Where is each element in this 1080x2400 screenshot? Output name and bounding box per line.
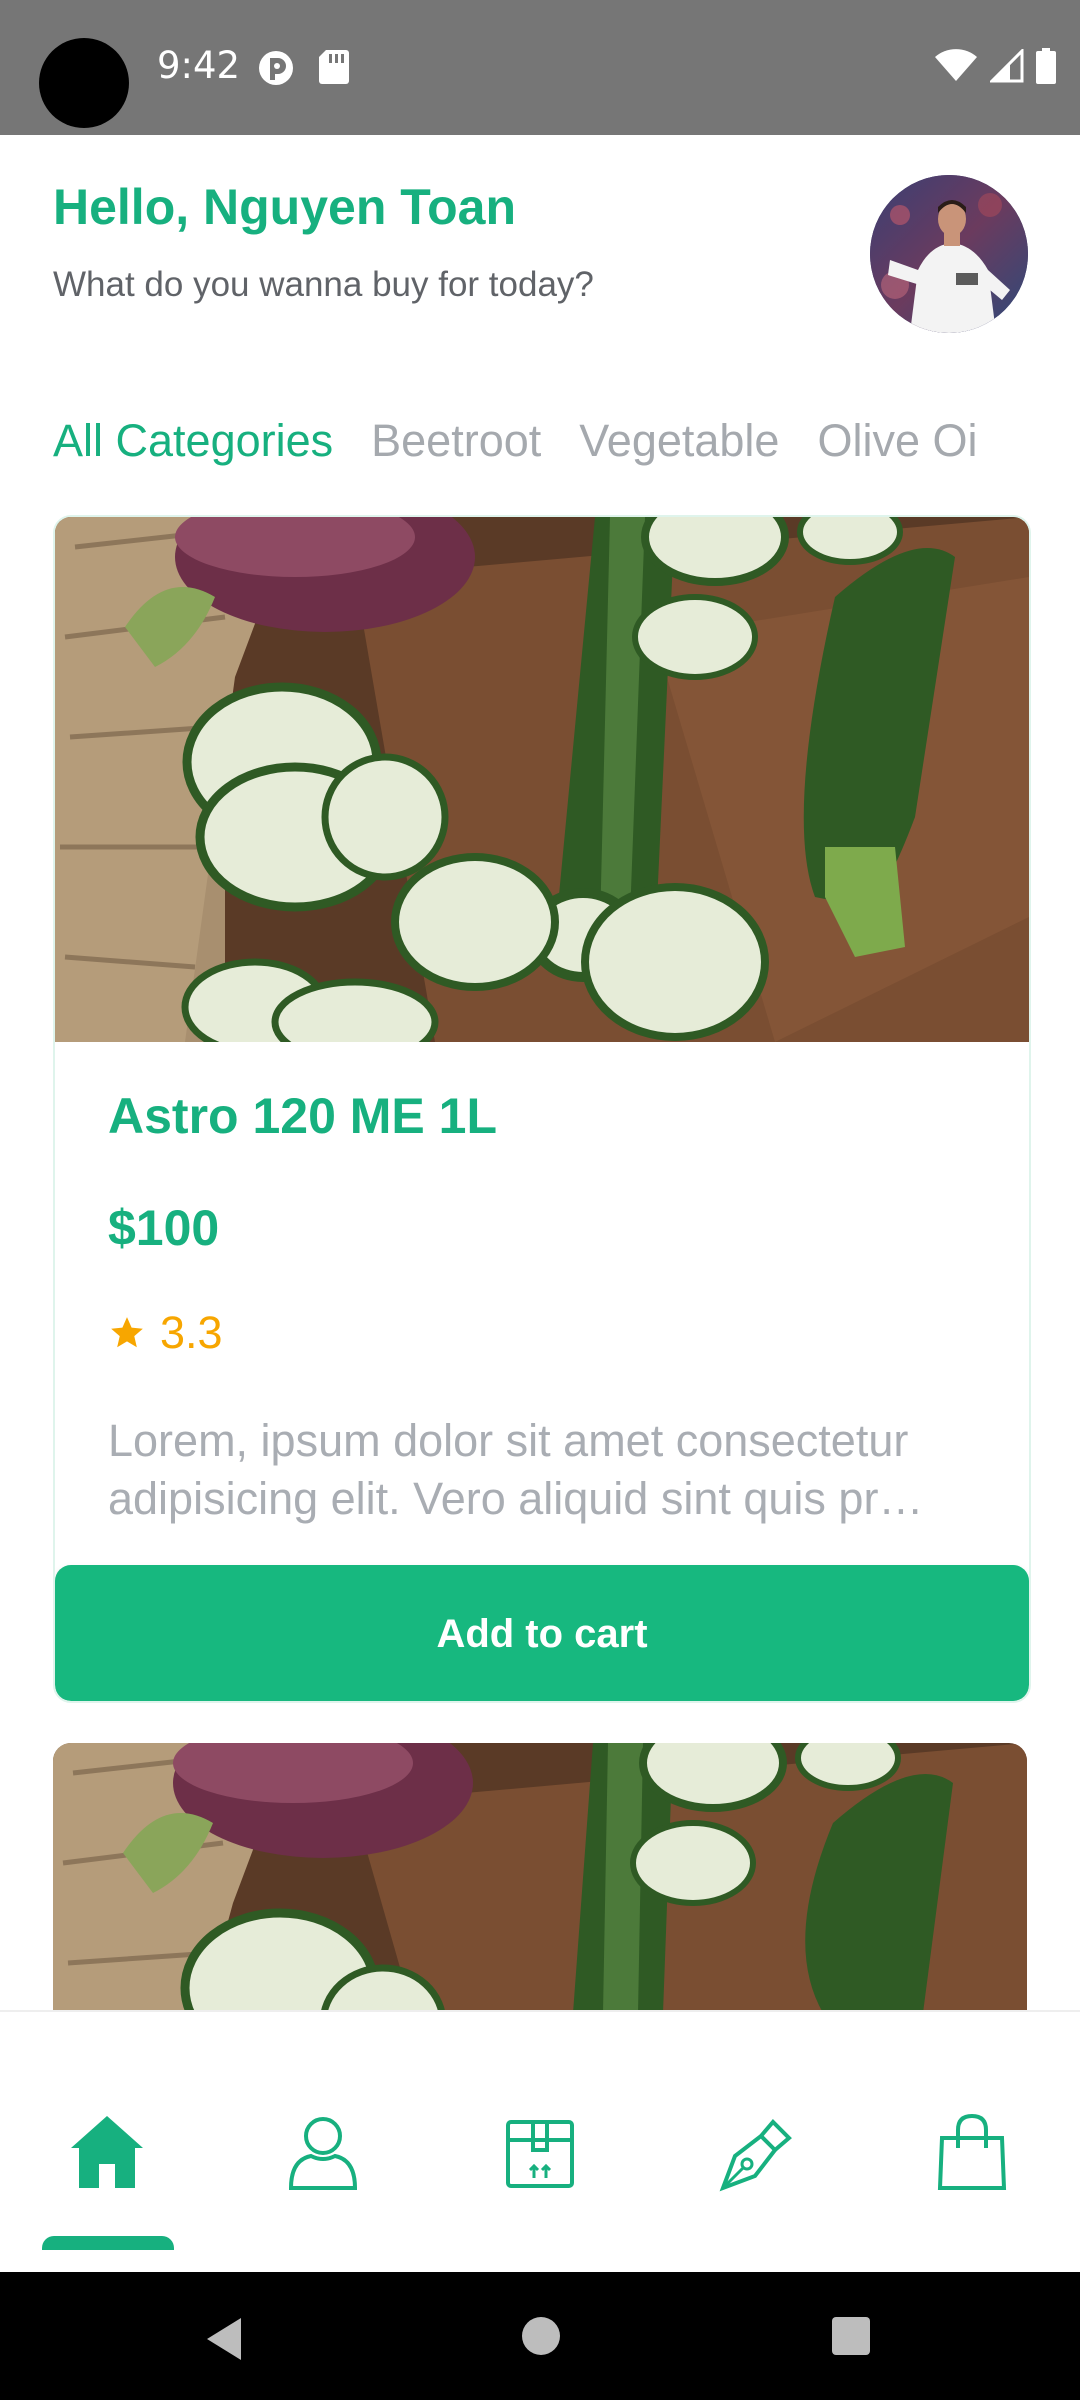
category-tabs: All Categories Beetroot Vegetable Olive Oi [53,415,1053,475]
shopping-bag-icon[interactable] [932,2112,1012,2192]
product-image [53,1743,1027,2013]
home-icon[interactable] [67,2112,147,2192]
product-rating: 3.3 [108,1307,223,1359]
star-icon [111,1317,143,1348]
box-icon[interactable] [500,2112,580,2192]
recents-icon[interactable] [831,2316,871,2356]
signal-icon [990,49,1024,83]
product-image [55,517,1029,1042]
avatar-image [870,175,1028,333]
wifi-icon [935,49,977,81]
greeting-title: Hello, Nguyen Toan [53,179,516,235]
camera-hole [39,38,129,128]
bottom-navigation [0,2010,1080,2274]
product-title[interactable]: Astro 120 ME 1L [108,1087,497,1145]
tab-olive-oil[interactable]: Olive Oi [817,415,977,467]
back-icon[interactable] [203,2316,245,2362]
active-tab-indicator [42,2236,174,2250]
product-card[interactable]: Astro 120 ME 1L $100 3.3 Lorem, ipsum do… [53,515,1031,1703]
product-price: $100 [108,1200,220,1256]
status-time: 9:42 [157,44,241,87]
vpn-icon [259,51,293,85]
rating-value: 3.3 [160,1307,223,1358]
tab-beetroot[interactable]: Beetroot [371,415,541,467]
product-card[interactable] [53,1743,1027,2013]
greeting-subtitle: What do you wanna buy for today? [53,265,594,304]
product-description: Lorem, ipsum dolor sit amet consectetur … [108,1415,924,1524]
avatar[interactable] [870,175,1028,333]
pen-icon[interactable] [717,2112,797,2192]
battery-icon [1036,48,1056,84]
sd-card-icon [319,50,349,84]
system-navigation-bar [0,2272,1080,2400]
tab-all-categories[interactable]: All Categories [53,415,333,467]
profile-icon[interactable] [283,2112,363,2192]
tab-vegetable[interactable]: Vegetable [579,415,779,467]
add-to-cart-button[interactable]: Add to cart [55,1565,1029,1701]
status-bar: 9:42 [0,0,1080,135]
home-circle-icon[interactable] [521,2316,561,2356]
